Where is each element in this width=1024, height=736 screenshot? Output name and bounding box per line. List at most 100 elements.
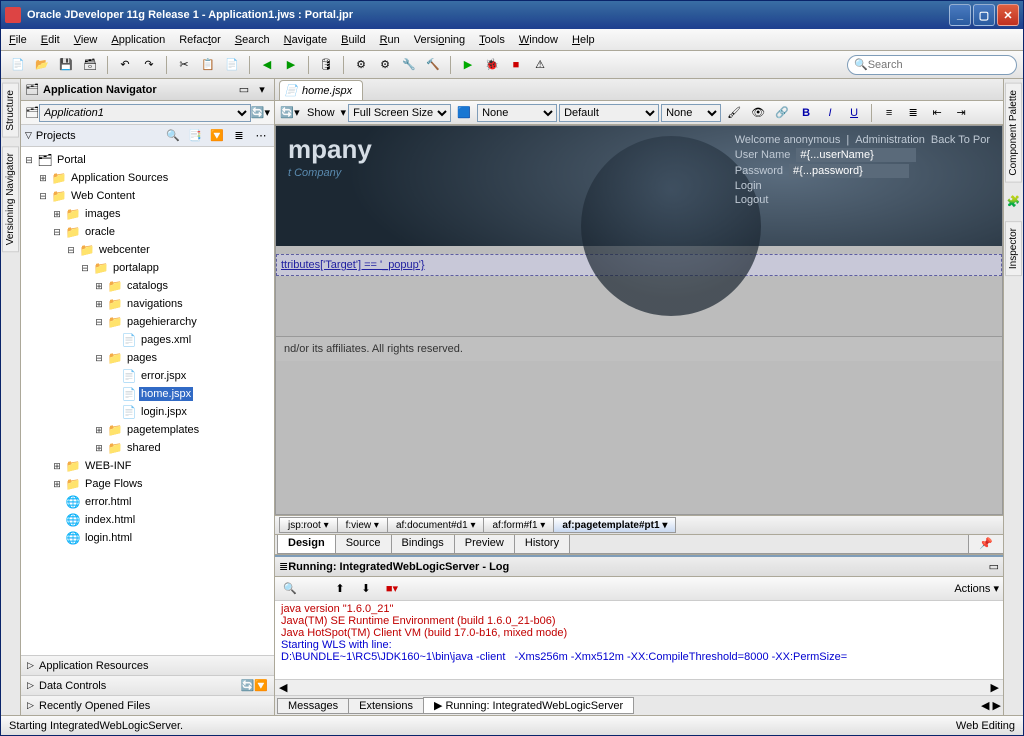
app-selector-menu-icon[interactable]: ▾ (264, 106, 270, 119)
breadcrumb-item[interactable]: af:pagetemplate#pt1 ▾ (553, 517, 676, 533)
expand-icon[interactable]: ⊟ (93, 317, 105, 328)
tree-node-home-jspx[interactable]: 📄home.jspx (23, 385, 272, 403)
rail-resource-icon[interactable]: 🧩 (1003, 191, 1024, 213)
run-icon[interactable]: ▶ (457, 54, 479, 76)
log-actions[interactable]: Actions ▾ (954, 582, 999, 595)
breadcrumb-item[interactable]: af:document#d1 ▾ (387, 517, 485, 533)
indent-icon[interactable]: ⇥ (950, 102, 972, 124)
accordion-app-resources[interactable]: ▷Application Resources (21, 655, 274, 675)
accordion-recent-files[interactable]: ▷Recently Opened Files (21, 695, 274, 715)
menu-refactor[interactable]: Refactor (179, 34, 221, 46)
bold-icon[interactable]: B (795, 102, 817, 124)
back-icon[interactable]: ◀ (256, 54, 278, 76)
menu-versioning[interactable]: Versioning (414, 34, 465, 46)
rail-component-palette[interactable]: Component Palette (1005, 83, 1022, 183)
forward-icon[interactable]: ▶ (280, 54, 302, 76)
projects-filter5-icon[interactable]: ⋯ (252, 127, 270, 145)
menu-view[interactable]: View (74, 34, 98, 46)
editor-refresh-icon[interactable]: 🔄▾ (279, 102, 301, 124)
app-selector-refresh-icon[interactable]: 🔄 (251, 106, 265, 119)
tree-node-navigations[interactable]: ⊞📁navigations (23, 295, 272, 313)
debug-icon[interactable]: 🐞 (481, 54, 503, 76)
sql-icon[interactable]: 🛢 (315, 54, 337, 76)
tree-node-pagetemplates[interactable]: ⊞📁pagetemplates (23, 421, 272, 439)
view-icon[interactable]: 🟦 (453, 102, 475, 124)
username-field[interactable] (796, 148, 916, 162)
style2-dropdown[interactable]: Default (559, 104, 659, 122)
italic-icon[interactable]: I (819, 102, 841, 124)
build3-icon[interactable]: 🔧 (398, 54, 420, 76)
expand-icon[interactable]: ⊟ (23, 155, 35, 166)
menu-help[interactable]: Help (572, 34, 595, 46)
style3-dropdown[interactable]: None (661, 104, 721, 122)
scroll-left-icon[interactable]: ◀ (279, 681, 287, 694)
accordion-data-controls[interactable]: ▷Data Controls 🔄 🔽 (21, 675, 274, 695)
build4-icon[interactable]: 🔨 (422, 54, 444, 76)
projects-collapse-icon[interactable]: ▽ (25, 130, 32, 141)
projects-filter4-icon[interactable]: ≣ (230, 127, 248, 145)
tree-node-portal[interactable]: ⊟🗂Portal (23, 151, 272, 169)
redo-icon[interactable]: ↷ (138, 54, 160, 76)
log-tab-extensions[interactable]: Extensions (348, 698, 424, 714)
projects-filter3-icon[interactable]: 🔽 (208, 127, 226, 145)
logout-link[interactable]: Logout (735, 194, 769, 206)
log-find-icon[interactable]: 🔍 (279, 578, 301, 600)
build-icon[interactable]: ⚙ (350, 54, 372, 76)
menu-file[interactable]: File (9, 34, 27, 46)
save-icon[interactable]: 💾 (55, 54, 77, 76)
search-box[interactable]: 🔍 (847, 55, 1017, 75)
expand-icon[interactable]: ⊞ (51, 461, 63, 472)
breadcrumb-item[interactable]: af:form#f1 ▾ (483, 517, 554, 533)
menu-search[interactable]: Search (235, 34, 270, 46)
underline-icon[interactable]: U (843, 102, 865, 124)
expand-icon[interactable]: ⊟ (51, 227, 63, 238)
view-tab-source[interactable]: Source (335, 535, 392, 554)
tree-node-webcenter[interactable]: ⊟📁webcenter (23, 241, 272, 259)
paste-icon[interactable]: 📄 (221, 54, 243, 76)
tree-node-login-jspx[interactable]: 📄login.jspx (23, 403, 272, 421)
search-input[interactable] (868, 59, 1010, 71)
tree-node-error-html[interactable]: 🌐error.html (23, 493, 272, 511)
undo-icon[interactable]: ↶ (114, 54, 136, 76)
log-tab-running-integratedweblogicserver[interactable]: ▶ Running: IntegratedWebLogicServer (423, 697, 634, 714)
tree-node-shared[interactable]: ⊞📁shared (23, 439, 272, 457)
view-tab-bindings[interactable]: Bindings (391, 535, 455, 554)
tree-node-error-jspx[interactable]: 📄error.jspx (23, 367, 272, 385)
menu-navigate[interactable]: Navigate (284, 34, 327, 46)
tree-node-oracle[interactable]: ⊟📁oracle (23, 223, 272, 241)
log-down-icon[interactable]: ⬇ (355, 578, 377, 600)
expand-icon[interactable]: ⊞ (51, 209, 63, 220)
maximize-button[interactable]: ▢ (973, 4, 995, 26)
close-button[interactable]: ✕ (997, 4, 1019, 26)
eye-icon[interactable]: 👁 (747, 102, 769, 124)
tree-node-login-html[interactable]: 🌐login.html (23, 529, 272, 547)
stop-icon[interactable]: ■ (505, 54, 527, 76)
expand-icon[interactable]: ⊞ (93, 425, 105, 436)
tree-node-pagehierarchy[interactable]: ⊟📁pagehierarchy (23, 313, 272, 331)
tree-node-index-html[interactable]: 🌐index.html (23, 511, 272, 529)
list-ul-icon[interactable]: ≡ (878, 102, 900, 124)
menu-application[interactable]: Application (111, 34, 165, 46)
log-min-icon[interactable]: ▭ (989, 560, 999, 573)
view-tab-design[interactable]: Design (277, 535, 336, 554)
password-field[interactable] (789, 164, 909, 178)
expand-icon[interactable]: ⊟ (93, 353, 105, 364)
minimize-panel-icon[interactable]: ▭ (236, 82, 252, 98)
projects-filter2-icon[interactable]: 📑 (186, 127, 204, 145)
rail-inspector[interactable]: Inspector (1005, 221, 1022, 276)
log-tab-nav[interactable]: ◀ ▶ (981, 699, 1001, 712)
tree-node-web-content[interactable]: ⊟📁Web Content (23, 187, 272, 205)
breadcrumb-item[interactable]: f:view ▾ (337, 517, 388, 533)
tree-node-images[interactable]: ⊞📁images (23, 205, 272, 223)
rail-structure[interactable]: Structure (2, 83, 19, 138)
pin-icon[interactable]: 📌 (968, 535, 1004, 554)
rail-versioning[interactable]: Versioning Navigator (2, 146, 19, 252)
outdent-icon[interactable]: ⇤ (926, 102, 948, 124)
log-stop-icon[interactable]: ■▾ (381, 578, 403, 600)
menu-build[interactable]: Build (341, 34, 365, 46)
projects-filter1-icon[interactable]: 🔍 (164, 127, 182, 145)
tree-node-web-inf[interactable]: ⊞📁WEB-INF (23, 457, 272, 475)
tree-node-portalapp[interactable]: ⊟📁portalapp (23, 259, 272, 277)
warning-icon[interactable]: ⚠ (529, 54, 551, 76)
new-icon[interactable]: 📄 (7, 54, 29, 76)
